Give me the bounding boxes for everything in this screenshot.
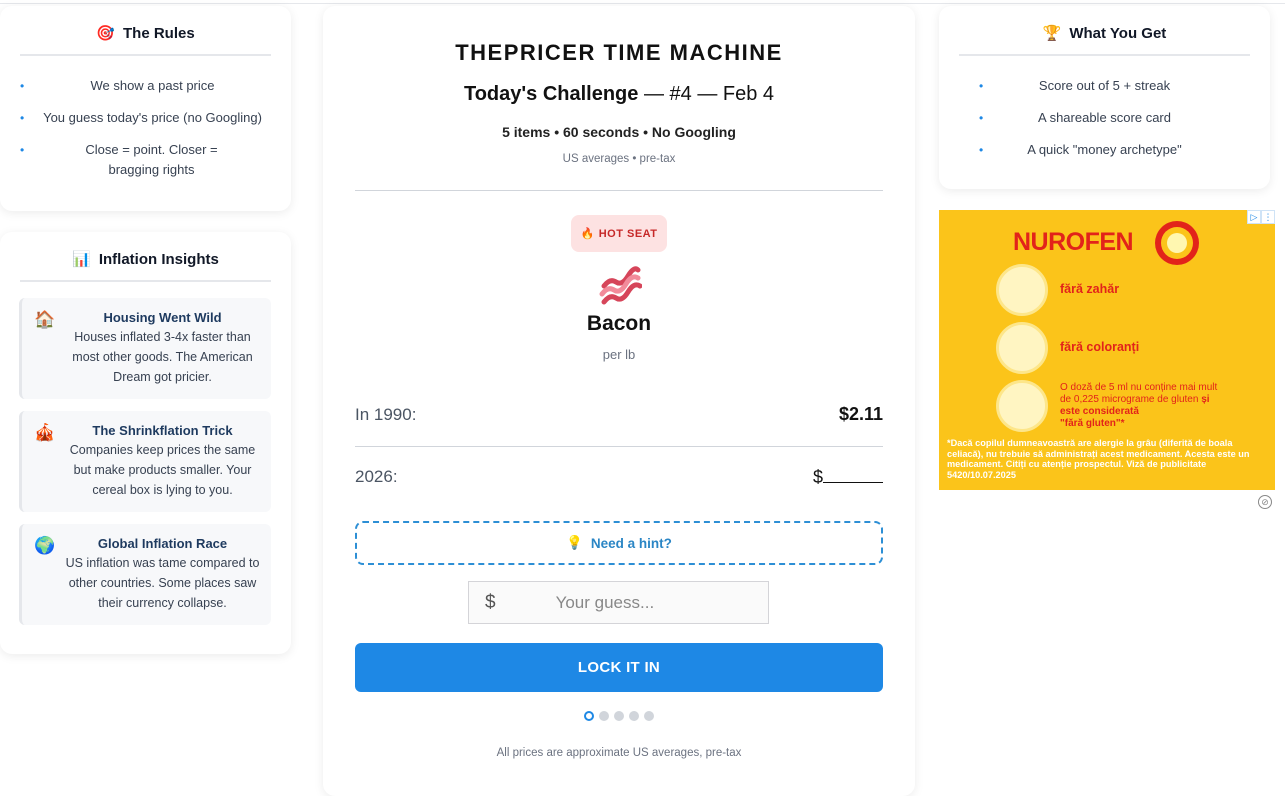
ad-brand: NUROFEN xyxy=(1013,228,1134,256)
bar-chart-icon: 📊 xyxy=(72,251,91,268)
lightbulb-icon: 💡 xyxy=(566,535,583,550)
rules-title: The Rules xyxy=(123,24,195,42)
ad-line-2: fără coloranți xyxy=(1060,340,1140,354)
insights-header: 📊 Inflation Insights xyxy=(20,250,271,282)
rules-list: We show a past price You guess today's p… xyxy=(0,76,291,180)
progress-dot xyxy=(644,711,654,721)
divider xyxy=(355,446,883,447)
fire-icon: 🔥 xyxy=(580,228,595,240)
globe-icon: 🌍 xyxy=(34,536,56,555)
insight-title: Housing Went Wild xyxy=(103,310,222,325)
progress-dot-current xyxy=(584,711,594,721)
trophy-icon: 🏆 xyxy=(1042,25,1062,42)
current-price-row: 2026: $ xyxy=(355,465,883,488)
spoon-icon xyxy=(996,264,1048,316)
insight-title: The Shrinkflation Trick xyxy=(92,423,233,438)
insights-card: 📊 Inflation Insights 🏠 Housing Went Wild… xyxy=(0,232,291,654)
progress-dots xyxy=(323,711,915,721)
lock-it-in-button[interactable]: LOCK IT IN xyxy=(355,643,883,692)
game-card: THEPRICER TIME MACHINE Today's Challenge… xyxy=(323,6,915,796)
guess-input[interactable] xyxy=(555,592,756,613)
insight-housing: 🏠 Housing Went Wild Houses inflated 3-4x… xyxy=(19,298,271,399)
insight-text: Companies keep prices the same but make … xyxy=(69,443,256,497)
insight-global: 🌍 Global Inflation Race US inflation was… xyxy=(19,524,271,625)
what-you-get-card: 🏆 What You Get Score out of 5 + streak A… xyxy=(939,6,1270,189)
item-unit: per lb xyxy=(602,347,636,362)
challenge-number-date: — #4 — Feb 4 xyxy=(638,83,775,105)
advertisement[interactable]: ▷ ⋮ NUROFEN fără zahăr fără coloranți O … xyxy=(939,210,1275,490)
ad-menu-icon[interactable]: ⋮ xyxy=(1261,210,1275,224)
get-item: A quick "money archetype" xyxy=(959,140,1250,160)
insight-text: Houses inflated 3-4x faster than most ot… xyxy=(72,330,253,384)
rules-item: We show a past price xyxy=(20,76,271,96)
hint-label: Need a hint? xyxy=(590,535,672,551)
ad-gluten-text: O doză de 5 ml nu conține mai mult de 0,… xyxy=(1060,382,1218,429)
past-price-value: $2.11 xyxy=(838,404,883,424)
price-note: US averages • pre-tax xyxy=(562,153,676,165)
challenge-meta: 5 items • 60 seconds • No Googling xyxy=(502,124,736,140)
progress-dot xyxy=(629,711,639,721)
current-year-label: 2026: xyxy=(355,466,398,486)
divider xyxy=(355,190,883,191)
insights-title: Inflation Insights xyxy=(98,250,219,268)
challenge-title: Today's Challenge — #4 — Feb 4 xyxy=(323,83,915,106)
progress-dot xyxy=(614,711,624,721)
challenge-label: Today's Challenge xyxy=(463,83,639,105)
past-price-row: In 1990: $2.11 xyxy=(355,404,883,425)
progress-dot xyxy=(599,711,609,721)
rules-card: 🎯 The Rules We show a past price You gue… xyxy=(0,6,291,211)
get-item: A shareable score card xyxy=(959,108,1250,128)
circus-tent-icon: 🎪 xyxy=(34,423,56,442)
wheat-icon xyxy=(996,380,1048,432)
rules-item: You guess today's price (no Googling) xyxy=(20,108,271,128)
ad-choices[interactable]: ▷ ⋮ xyxy=(1247,210,1275,224)
ad-line-1: fără zahăr xyxy=(1060,282,1120,296)
hot-seat-label: HOT SEAT xyxy=(598,227,658,240)
insight-title: Global Inflation Race xyxy=(97,536,228,551)
top-border xyxy=(0,3,1285,4)
hint-button[interactable]: 💡 Need a hint? xyxy=(355,521,883,565)
ad-info-icon[interactable]: ▷ xyxy=(1247,210,1261,224)
footer-note: All prices are approximate US averages, … xyxy=(496,747,742,759)
ad-disclaimer: *Dacă copilul dumneavoastră are alergie … xyxy=(947,438,1250,480)
brand-title: THEPRICER TIME MACHINE xyxy=(455,40,783,65)
insight-shrinkflation: 🎪 The Shrinkflation Trick Companies keep… xyxy=(19,411,271,512)
dollar-prefix: $ xyxy=(485,591,496,613)
rules-header: 🎯 The Rules xyxy=(20,24,271,56)
guess-field[interactable]: $ xyxy=(468,581,769,624)
hot-seat-badge: 🔥 HOT SEAT xyxy=(571,215,667,252)
past-year-label: In 1990: xyxy=(355,404,417,424)
nurofen-logo-icon xyxy=(1152,218,1202,273)
ad-close-icon[interactable]: ⊘ xyxy=(1258,495,1272,509)
bacon-icon xyxy=(598,264,643,313)
house-icon: 🏠 xyxy=(34,310,56,329)
get-title: What You Get xyxy=(1069,24,1167,42)
insight-text: US inflation was tame compared to other … xyxy=(65,556,260,610)
rules-item: Close = point. Closer = bragging rights xyxy=(20,140,271,180)
get-header: 🏆 What You Get xyxy=(959,24,1250,56)
get-list: Score out of 5 + streak A shareable scor… xyxy=(939,76,1270,160)
target-icon: 🎯 xyxy=(96,25,115,42)
dropper-icon xyxy=(996,322,1048,374)
current-price-blank: $ xyxy=(813,465,883,488)
item-name: Bacon xyxy=(586,312,652,335)
get-item: Score out of 5 + streak xyxy=(959,76,1250,96)
